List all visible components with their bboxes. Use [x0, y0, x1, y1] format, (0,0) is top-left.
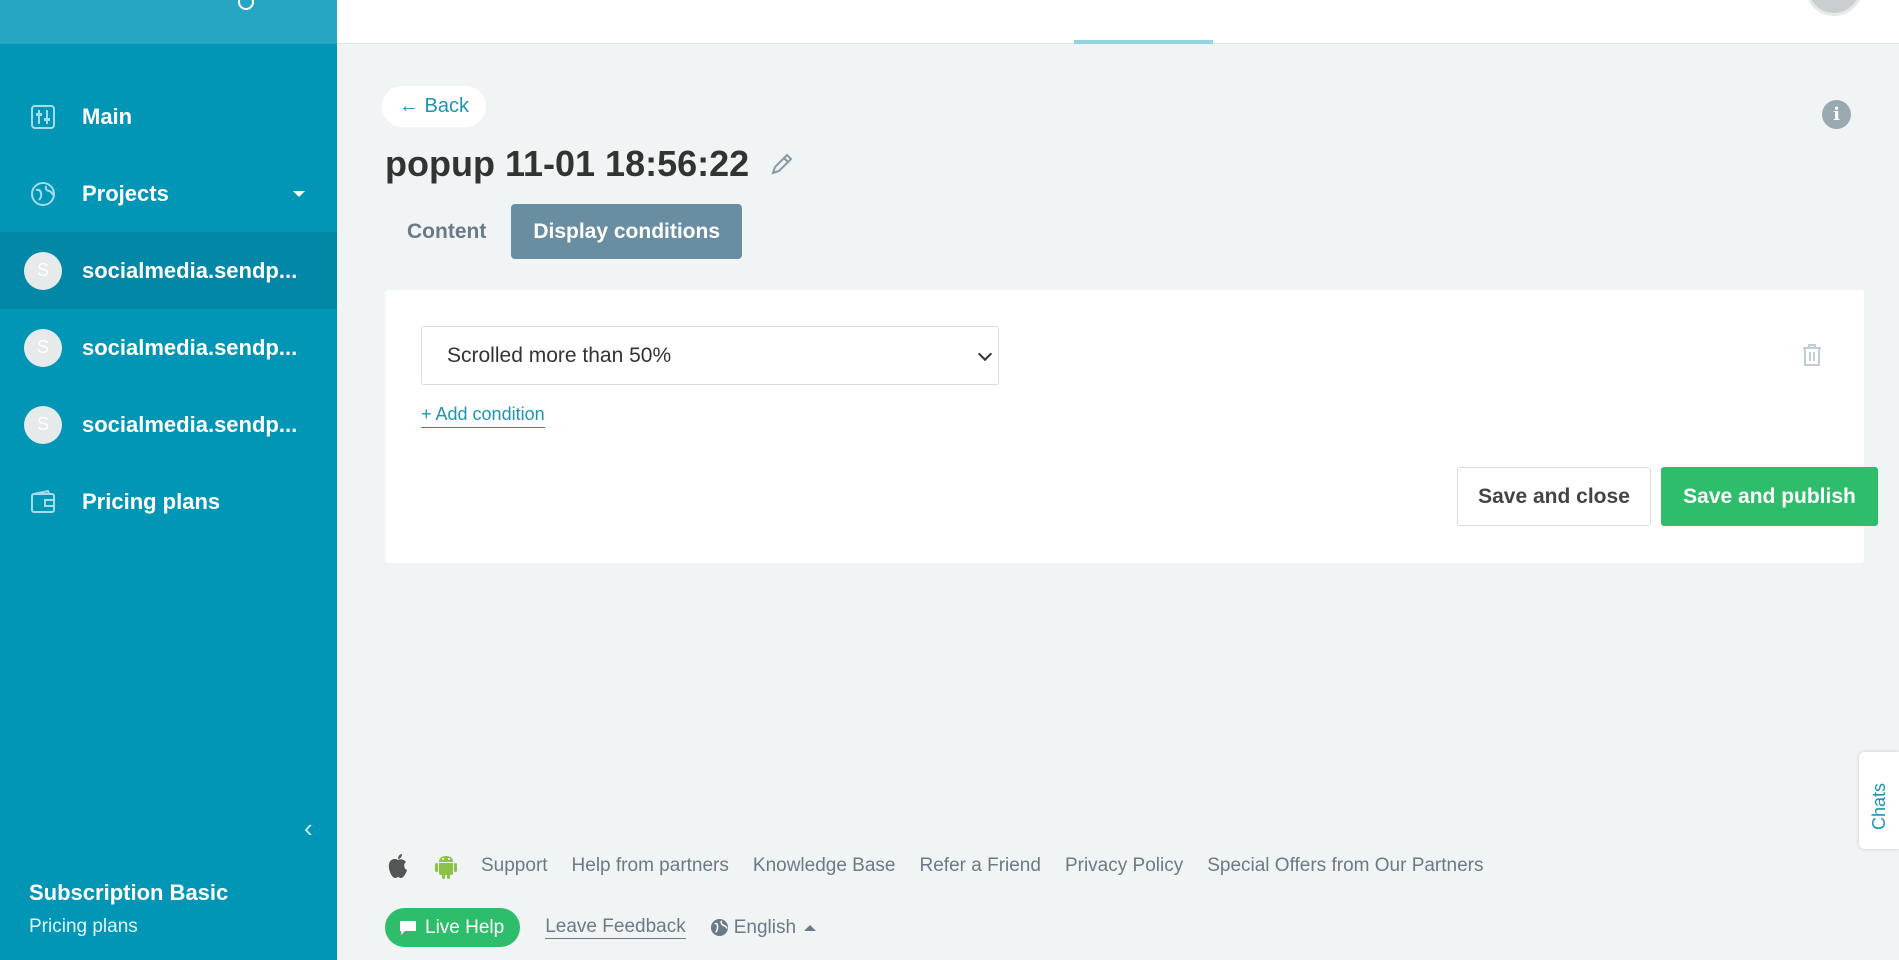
sidebar-item-label: Projects	[82, 180, 169, 206]
footer-links: Support Help from partners Knowledge Bas…	[385, 852, 1508, 880]
footer-link-support[interactable]: Support	[481, 855, 548, 877]
sidebar-item-label: socialmedia.sendp...	[82, 411, 298, 437]
live-help-button[interactable]: Live Help	[385, 908, 521, 947]
info-icon[interactable]: i	[1822, 100, 1851, 129]
chevron-down-icon	[977, 346, 993, 362]
leave-feedback-link[interactable]: Leave Feedback	[545, 916, 686, 939]
back-button[interactable]: ← Back	[382, 86, 487, 127]
footer-link-special-offers[interactable]: Special Offers from Our Partners	[1207, 855, 1483, 877]
collapse-sidebar-chevron-icon[interactable]: ‹	[304, 813, 313, 844]
sidebar-item-project[interactable]: S socialmedia.sendp...	[0, 386, 337, 463]
footer-link-refer-a-friend[interactable]: Refer a Friend	[920, 855, 1041, 877]
footer-link-knowledge-base[interactable]: Knowledge Base	[753, 855, 896, 877]
subscription-title: Subscription Basic	[29, 880, 229, 905]
sidebar-item-main[interactable]: Main	[0, 78, 337, 155]
add-condition-link[interactable]: + Add condition	[421, 404, 545, 428]
avatar: S	[24, 251, 62, 290]
sidebar-item-label: Main	[82, 103, 133, 129]
sidebar-item-label: socialmedia.sendp...	[82, 257, 298, 283]
sidebar: Main Projects S socialmedia.sendp... S s…	[0, 0, 337, 960]
footer-link-help-from-partners[interactable]: Help from partners	[572, 855, 729, 877]
sidebar-item-label: Pricing plans	[82, 488, 221, 514]
page-title-row: popup 11-01 18:56:22	[385, 143, 795, 185]
apple-icon[interactable]	[385, 852, 411, 880]
sidebar-item-projects[interactable]: Projects	[0, 155, 337, 232]
android-icon[interactable]	[433, 852, 459, 880]
language-selector[interactable]: English	[710, 916, 817, 939]
footer-bottom: Live Help Leave Feedback English	[385, 908, 817, 947]
tab-content[interactable]: Content	[385, 204, 508, 259]
footer-link-privacy-policy[interactable]: Privacy Policy	[1065, 855, 1183, 877]
wallet-icon	[29, 488, 57, 516]
caret-up-icon	[804, 924, 817, 931]
chats-label: Chats	[1869, 782, 1889, 830]
page-title: popup 11-01 18:56:22	[385, 143, 750, 184]
language-label: English	[733, 916, 797, 938]
caret-down-icon[interactable]	[293, 191, 305, 197]
save-and-close-button[interactable]: Save and close	[1457, 467, 1651, 526]
subscription-info: Subscription Basic Pricing plans	[29, 880, 228, 938]
condition-select-value: Scrolled more than 50%	[447, 343, 672, 367]
avatar: S	[24, 405, 62, 444]
chat-icon	[400, 920, 416, 935]
condition-select[interactable]: Scrolled more than 50%	[421, 326, 999, 385]
main-content: ← Back i popup 11-01 18:56:22 Content Di…	[337, 44, 1899, 960]
sliders-icon	[29, 103, 57, 131]
tab-display-conditions[interactable]: Display conditions	[511, 204, 743, 259]
globe-icon	[29, 180, 57, 208]
pricing-plans-link[interactable]: Pricing plans	[29, 916, 228, 938]
avatar: S	[24, 328, 62, 367]
top-bar	[337, 0, 1899, 44]
search-icon[interactable]	[238, 0, 254, 10]
trash-icon[interactable]	[1800, 342, 1824, 368]
tabs: Content Display conditions	[385, 204, 743, 259]
sidebar-item-project[interactable]: S socialmedia.sendp...	[0, 232, 337, 309]
save-and-publish-button[interactable]: Save and publish	[1661, 467, 1878, 526]
user-avatar[interactable]	[1805, 0, 1863, 16]
sidebar-item-label: socialmedia.sendp...	[82, 334, 298, 360]
chats-tab[interactable]: Chats	[1859, 752, 1899, 849]
sidebar-nav: Main Projects S socialmedia.sendp... S s…	[0, 78, 337, 540]
sidebar-item-pricing-plans[interactable]: Pricing plans	[0, 463, 337, 540]
sidebar-item-project[interactable]: S socialmedia.sendp...	[0, 309, 337, 386]
conditions-card: Scrolled more than 50% + Add condition S…	[385, 290, 1878, 563]
live-help-label: Live Help	[425, 916, 505, 938]
globe-icon	[710, 918, 728, 937]
sidebar-header	[0, 0, 337, 44]
pencil-icon[interactable]	[769, 151, 795, 177]
